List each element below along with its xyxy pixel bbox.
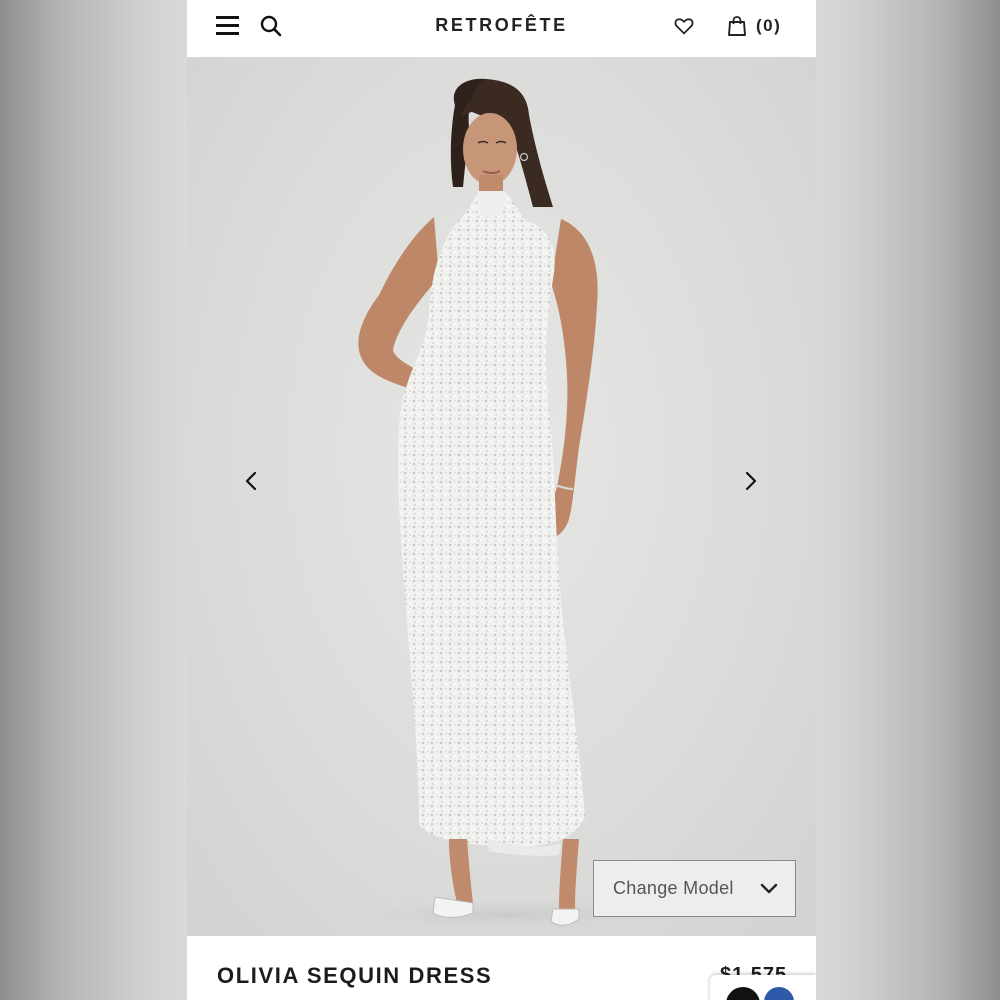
heart-icon[interactable] (673, 15, 695, 37)
chat-widget[interactable] (710, 975, 816, 1000)
phone-screen: RETROFÊTE (0) Change Model OLIVIA SEQUIN… (187, 0, 816, 1000)
badge-icon (764, 987, 794, 1000)
change-model-label: Change Model (613, 878, 734, 898)
chevron-down-icon (760, 883, 778, 894)
cart-count[interactable]: (0) (756, 16, 781, 36)
product-name: OLIVIA SEQUIN DRESS (217, 963, 493, 988)
change-model-button[interactable]: Change Model (593, 860, 796, 917)
chevron-right-icon[interactable] (735, 466, 765, 496)
brand-logo[interactable]: RETROFÊTE (187, 15, 816, 36)
product-photo (327, 78, 687, 933)
bag-icon[interactable] (727, 15, 747, 37)
site-header: RETROFÊTE (0) (187, 0, 816, 57)
product-image-gallery[interactable]: Change Model (187, 57, 816, 936)
chevron-left-icon[interactable] (237, 466, 267, 496)
chat-icon (726, 987, 760, 1000)
